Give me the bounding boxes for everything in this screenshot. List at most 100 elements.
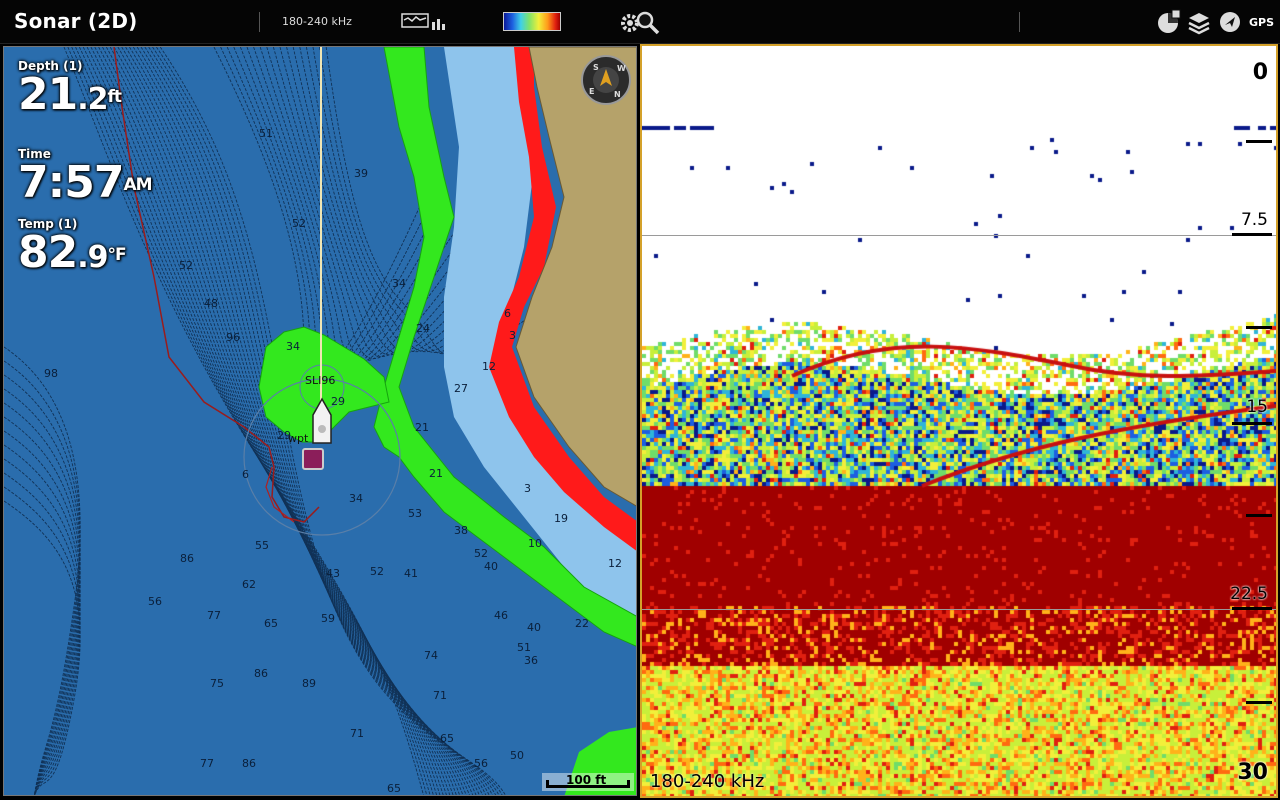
contour-depth-label: 12 [608,557,622,570]
depth-line-22-5 [642,609,1276,610]
contour-depth-label: 40 [527,621,541,634]
contour-depth-label: 65 [264,617,278,630]
contour-depth-label: 39 [354,167,368,180]
contour-depth-label: 6 [242,468,249,481]
contour-depth-label: 12 [482,360,496,373]
compass-e: E [589,87,595,96]
page-title[interactable]: Sonar (2D) [14,9,138,33]
contour-depth-label: 41 [404,567,418,580]
waypoint-icon[interactable] [302,448,324,470]
chart-pane[interactable]: 51 52 48 52 34 34 39 24 98 96 29 29 21 21 27 12 6 3 10 19 12… [3,46,637,796]
contour-depth-label: 52 [179,259,193,272]
waypoint-label-sli: SLI96 [305,374,336,387]
contour-depth-label: 3 [509,329,516,342]
contour-depth-label: 3 [524,482,531,495]
contour-depth-label: 62 [242,578,256,591]
contour-depth-label: 29 [331,395,345,408]
divider [1019,12,1020,32]
depth-scale-30: 30 [1237,760,1268,785]
contour-depth-label: 53 [408,507,422,520]
depth-value: 21 [18,69,78,120]
depth-tick [1232,233,1272,236]
contour-depth-label: 34 [349,492,363,505]
depth-line-7-5 [642,235,1276,236]
temp-decimal: .9 [77,240,108,275]
contour-depth-label: 22 [575,617,589,630]
temp-unit: °F [107,245,127,265]
contour-depth-label: 43 [326,567,340,580]
contour-depth-label: 36 [524,654,538,667]
compass-icon[interactable]: S W E N [581,55,631,105]
contour-depth-label: 38 [454,524,468,537]
contour-depth-label: 52 [292,217,306,230]
contour-depth-label: 52 [474,547,488,560]
contour-depth-label: 34 [286,340,300,353]
gps-icon[interactable]: GPS [1249,16,1274,29]
layers-icon[interactable] [1187,8,1211,40]
contour-depth-label: 59 [321,612,335,625]
depth-tick [1246,326,1272,329]
depth-scale-22-5: 22.5 [1230,584,1268,604]
sonar-pane[interactable]: 0 7.5 15 22.5 30 180-240 kHz [640,44,1278,798]
contour-depth-label: 96 [226,331,240,344]
depth-scale-15: 15 [1246,397,1268,417]
contour-depth-label: 86 [242,757,256,770]
contour-depth-label: 24 [416,322,430,335]
contour-depth-label: 48 [204,297,218,310]
navigation-icon[interactable] [1218,8,1242,40]
depth-unit: ft [107,87,122,107]
radar-icon[interactable] [1156,8,1182,40]
contour-depth-label: 51 [259,127,273,140]
depth-tick [1246,140,1272,143]
contour-depth-label: 77 [207,609,221,622]
sonar-chart-icon[interactable] [400,8,450,40]
contour-depth-label: 21 [429,467,443,480]
contour-depth-label: 56 [474,757,488,770]
settings-search-icon[interactable] [618,8,662,40]
contour-depth-label: 10 [528,537,542,550]
compass-s: S [593,63,599,72]
contour-depth-label: 27 [454,382,468,395]
time-suffix: AM [123,175,152,195]
top-bar: Sonar (2D) 180-240 kHz GPS [0,0,1280,44]
contour-depth-label: 89 [302,677,316,690]
contour-depth-label: 46 [494,609,508,622]
depth-readout: Depth (1) 21.2ft [18,59,122,122]
contour-depth-label: 19 [554,512,568,525]
depth-tick [1232,607,1272,610]
contour-depth-label: 55 [255,539,269,552]
contour-depth-label: 65 [440,732,454,745]
scale-bar: 100 ft [542,773,634,791]
compass-w: W [617,64,626,73]
contour-depth-label: 71 [350,727,364,740]
contour-depth-label: 6 [504,307,511,320]
contour-depth-label: 52 [370,565,384,578]
depth-scale-7-5: 7.5 [1240,210,1268,230]
contour-depth-label: 74 [424,649,438,662]
contour-depth-label: 86 [254,667,268,680]
frequency-readout[interactable]: 180-240 kHz [282,15,352,28]
contour-depth-label: 71 [433,689,447,702]
contour-depth-label: 65 [387,782,401,795]
compass-n: N [614,90,621,99]
depth-tick [1246,514,1272,517]
contour-depth-label: 86 [180,552,194,565]
contour-depth-label: 51 [517,641,531,654]
depth-tick [1232,422,1272,425]
contour-depth-label: 77 [200,757,214,770]
divider [259,12,260,32]
waypoint-label-wpt: wpt [288,432,309,445]
contour-depth-label: 40 [484,560,498,573]
contour-depth-label: 21 [415,421,429,434]
contour-depth-label: 34 [392,277,406,290]
temp-value: 82 [18,227,78,278]
contour-depth-label: 75 [210,677,224,690]
depth-tick [1246,701,1272,704]
contour-depth-label: 50 [510,749,524,762]
color-palette-icon[interactable] [503,12,561,31]
contour-depth-label: 56 [148,595,162,608]
temp-readout: Temp (1) 82.9°F [18,217,127,280]
time-readout: Time 7:57AM [18,147,153,205]
sonar-echogram[interactable] [642,46,1276,796]
depth-decimal: .2 [77,82,108,117]
